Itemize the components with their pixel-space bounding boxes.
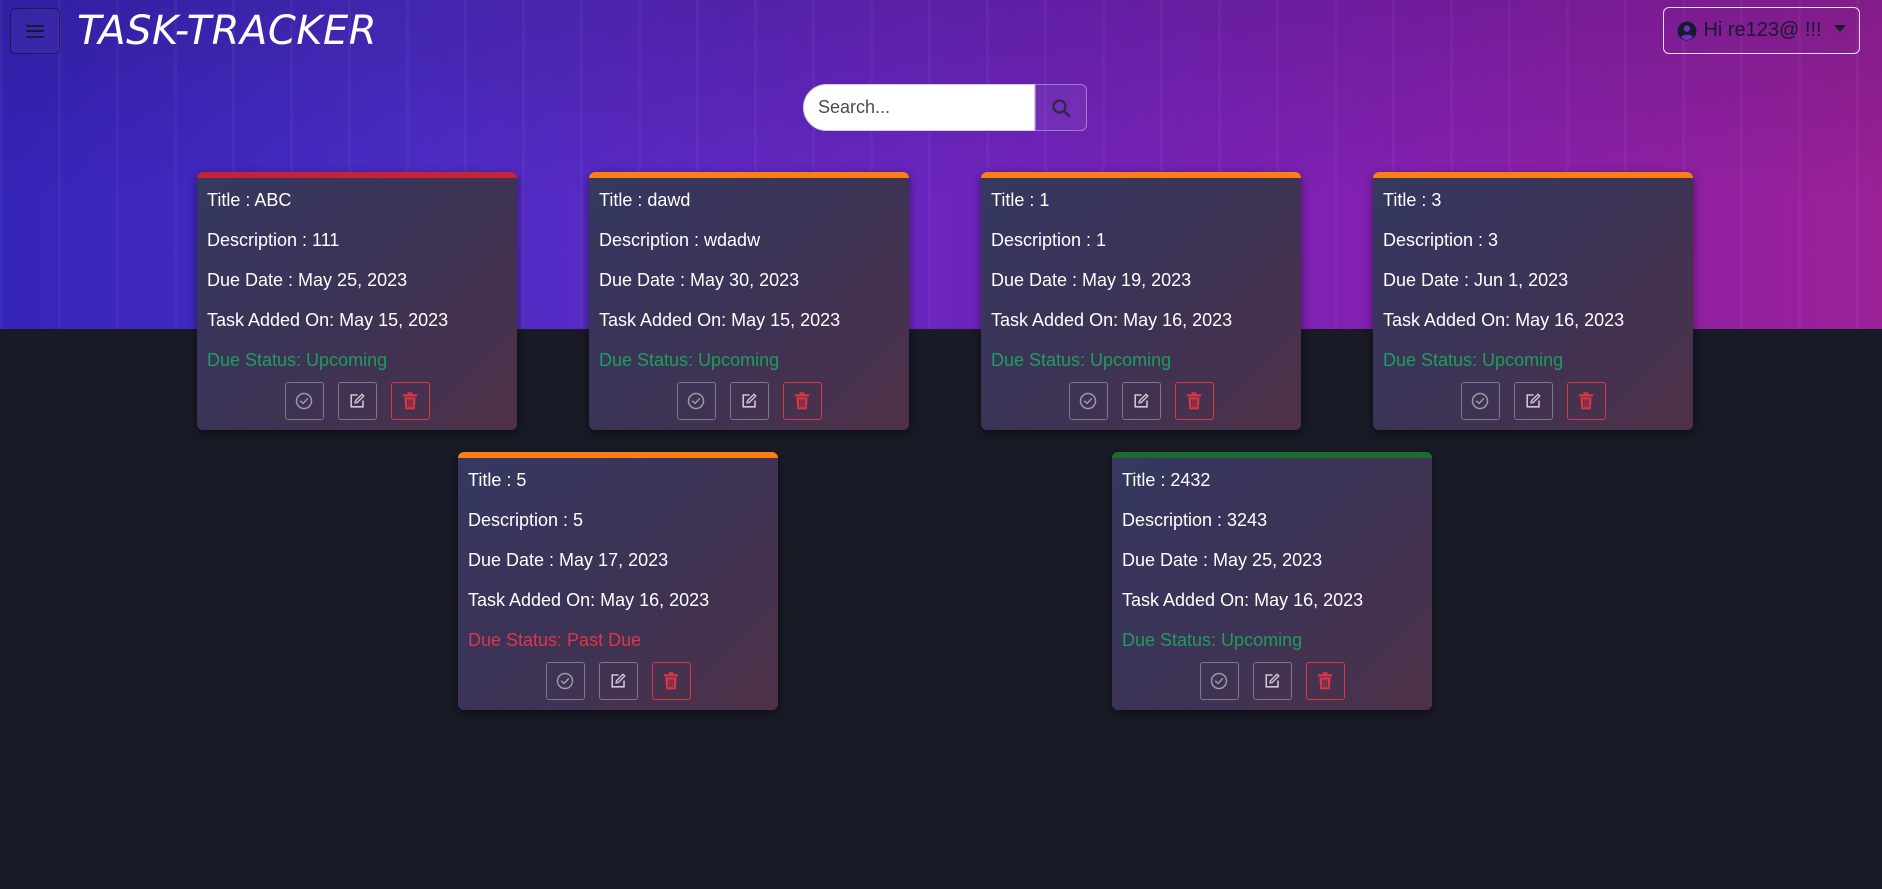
- card-description: Description : 1: [991, 230, 1107, 250]
- app-brand: TASK-TRACKER: [77, 8, 378, 54]
- card-added-on: Task Added On: May 16, 2023: [991, 310, 1233, 330]
- complete-task-button[interactable]: [1460, 382, 1500, 420]
- card-due-date: Due Date : May 30, 2023: [599, 270, 800, 290]
- card-due-status: Due Status: Upcoming: [1122, 630, 1303, 650]
- card-added-on: Task Added On: May 16, 2023: [468, 590, 710, 610]
- card-due-status: Due Status: Upcoming: [599, 350, 780, 370]
- trash-icon: [664, 672, 678, 690]
- card-actions: [1112, 662, 1432, 700]
- edit-icon: [611, 673, 626, 688]
- edit-icon: [1265, 673, 1280, 688]
- edit-icon: [350, 393, 365, 408]
- delete-task-button[interactable]: [651, 662, 691, 700]
- user-circle-icon: [1677, 21, 1697, 40]
- card-due-date: Due Date : May 19, 2023: [991, 270, 1192, 290]
- edit-task-button[interactable]: [598, 662, 638, 700]
- task-card: Title : 5 Description : 5 Due Date : May 1…: [458, 452, 778, 710]
- task-card: Title : 2432 Description : 3243 Due Date :…: [1112, 452, 1432, 710]
- check-circle-icon: [1079, 392, 1097, 410]
- check-circle-icon: [556, 672, 574, 690]
- check-circle-icon: [687, 392, 705, 410]
- trash-icon: [1579, 392, 1593, 410]
- complete-task-button[interactable]: [284, 382, 324, 420]
- user-menu-dropdown[interactable]: Hi re123@ !!!: [1663, 7, 1860, 54]
- edit-task-button[interactable]: [1121, 382, 1161, 420]
- card-due-date: Due Date : May 25, 2023: [1122, 550, 1323, 570]
- card-description: Description : wdadw: [599, 230, 761, 250]
- card-due-date: Due Date : May 17, 2023: [468, 550, 669, 570]
- complete-task-button[interactable]: [545, 662, 585, 700]
- hamburger-icon: [26, 24, 44, 38]
- edit-icon: [742, 393, 757, 408]
- complete-task-button[interactable]: [676, 382, 716, 420]
- card-actions: [458, 662, 778, 700]
- card-added-on: Task Added On: May 16, 2023: [1383, 310, 1625, 330]
- search-input[interactable]: [803, 84, 1035, 131]
- card-due-date: Due Date : May 25, 2023: [207, 270, 408, 290]
- card-description: Description : 3: [1383, 230, 1499, 250]
- card-title: Title : ABC: [207, 190, 292, 210]
- complete-task-button[interactable]: [1068, 382, 1108, 420]
- card-description: Description : 5: [468, 510, 584, 530]
- complete-task-button[interactable]: [1199, 662, 1239, 700]
- card-title: Title : 3: [1383, 190, 1442, 210]
- card-description: Description : 111: [207, 230, 340, 250]
- check-circle-icon: [295, 392, 313, 410]
- card-added-on: Task Added On: May 15, 2023: [599, 310, 841, 330]
- card-due-status: Due Status: Upcoming: [1383, 350, 1564, 370]
- delete-task-button[interactable]: [1566, 382, 1606, 420]
- card-due-status: Due Status: Past Due: [468, 630, 642, 650]
- menu-button[interactable]: [10, 8, 60, 54]
- chevron-down-icon: [1833, 25, 1846, 32]
- delete-task-button[interactable]: [782, 382, 822, 420]
- user-greeting: Hi re123@ !!!: [1703, 19, 1822, 41]
- search-bar: [803, 84, 1087, 131]
- search-button[interactable]: [1035, 84, 1087, 131]
- search-icon: [1052, 98, 1071, 117]
- delete-task-button[interactable]: [1174, 382, 1214, 420]
- card-title: Title : 2432: [1122, 470, 1211, 490]
- card-due-date: Due Date : Jun 1, 2023: [1383, 270, 1569, 290]
- check-circle-icon: [1471, 392, 1489, 410]
- edit-task-button[interactable]: [337, 382, 377, 420]
- task-card: Title : dawd Description : wdadw Due Date …: [589, 172, 909, 430]
- task-card: Title : 3 Description : 3 Due Date : Jun 1…: [1373, 172, 1693, 430]
- trash-icon: [1187, 392, 1201, 410]
- card-due-status: Due Status: Upcoming: [207, 350, 388, 370]
- trash-icon: [403, 392, 417, 410]
- card-description: Description : 3243: [1122, 510, 1268, 530]
- card-actions: [197, 382, 517, 420]
- task-card: Title : ABC Description : 111 Due Date : M…: [197, 172, 517, 430]
- card-added-on: Task Added On: May 15, 2023: [207, 310, 449, 330]
- edit-task-button[interactable]: [1513, 382, 1553, 420]
- edit-task-button[interactable]: [1252, 662, 1292, 700]
- card-due-status: Due Status: Upcoming: [991, 350, 1172, 370]
- task-card: Title : 1 Description : 1 Due Date : May 1…: [981, 172, 1301, 430]
- delete-task-button[interactable]: [1305, 662, 1345, 700]
- edit-icon: [1134, 393, 1149, 408]
- card-actions: [981, 382, 1301, 420]
- card-added-on: Task Added On: May 16, 2023: [1122, 590, 1364, 610]
- trash-icon: [795, 392, 809, 410]
- card-actions: [589, 382, 909, 420]
- trash-icon: [1318, 672, 1332, 690]
- card-actions: [1373, 382, 1693, 420]
- check-circle-icon: [1210, 672, 1228, 690]
- card-title: Title : 1: [991, 190, 1050, 210]
- card-title: Title : 5: [468, 470, 527, 490]
- card-title: Title : dawd: [599, 190, 691, 210]
- delete-task-button[interactable]: [390, 382, 430, 420]
- edit-icon: [1526, 393, 1541, 408]
- edit-task-button[interactable]: [729, 382, 769, 420]
